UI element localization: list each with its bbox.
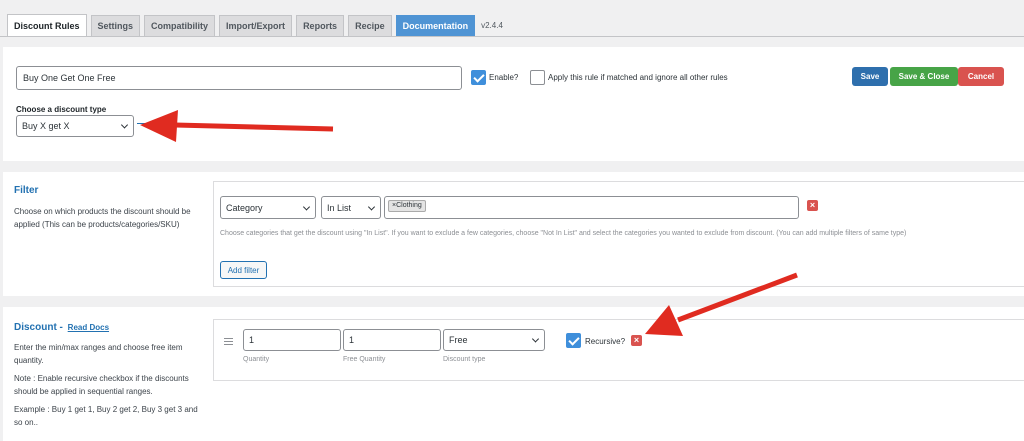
discount-desc-3: Example : Buy 1 get 1, Buy 2 get 2, Buy … xyxy=(14,405,198,427)
save-close-button[interactable]: Save & Close xyxy=(890,67,958,86)
tab-discount-rules[interactable]: Discount Rules xyxy=(7,14,87,36)
read-docs-link[interactable]: Read Docs xyxy=(68,323,109,332)
quantity-label: Quantity xyxy=(243,356,270,363)
recursive-checkbox[interactable] xyxy=(566,333,581,348)
filter-values-input[interactable]: ×Clothing xyxy=(384,196,799,219)
filter-method-select[interactable]: In List xyxy=(321,196,381,219)
filter-type-value: Category xyxy=(226,202,263,213)
filter-hint: Choose categories that get the discount … xyxy=(220,230,907,237)
tab-divider xyxy=(0,36,1024,37)
enable-checkbox[interactable] xyxy=(471,70,486,85)
version-label: v2.4.4 xyxy=(481,21,503,30)
discount-panel: Discount - Read Docs Enter the min/max r… xyxy=(3,307,1024,441)
exclusive-checkbox[interactable] xyxy=(530,70,545,85)
tab-settings[interactable]: Settings xyxy=(90,15,141,36)
rule-header-panel: Enable? Apply this rule if matched and i… xyxy=(3,47,1024,161)
cancel-button[interactable]: Cancel xyxy=(958,67,1004,86)
recursive-label: Recursive? xyxy=(585,337,626,346)
filter-method-value: In List xyxy=(327,202,352,213)
discount-type-select[interactable]: Buy X get X xyxy=(16,115,134,137)
filter-box: Category In List ×Clothing × Choose cate… xyxy=(213,181,1024,287)
free-discount-type-value: Free xyxy=(449,335,468,345)
quantity-input[interactable] xyxy=(243,329,341,351)
tab-compatibility[interactable]: Compatibility xyxy=(144,15,216,36)
filter-heading: Filter xyxy=(14,185,39,196)
free-quantity-label: Free Quantity xyxy=(343,356,386,363)
discount-type-value: Buy X get X xyxy=(22,121,70,131)
discount-desc-2: Note : Enable recursive checkbox if the … xyxy=(14,374,189,396)
tab-reports[interactable]: Reports xyxy=(296,15,345,36)
remove-filter-button[interactable]: × xyxy=(807,200,818,211)
filter-type-select[interactable]: Category xyxy=(220,196,316,219)
tab-bar: Discount Rules Settings Compatibility Im… xyxy=(7,14,503,36)
tab-import-export[interactable]: Import/Export xyxy=(219,15,293,36)
save-button[interactable]: Save xyxy=(852,67,888,86)
discount-heading: Discount - Read Docs xyxy=(14,322,109,333)
tab-recipe[interactable]: Recipe xyxy=(348,15,392,36)
filter-panel: Filter Choose on which products the disc… xyxy=(3,172,1024,296)
free-discount-type-label: Discount type xyxy=(443,356,486,363)
rule-title-input[interactable] xyxy=(16,66,462,90)
discount-type-link[interactable] xyxy=(137,123,147,124)
tag-clothing[interactable]: ×Clothing xyxy=(388,200,426,212)
enable-label: Enable? xyxy=(489,73,519,82)
tab-documentation[interactable]: Documentation xyxy=(395,15,476,36)
free-discount-type-select[interactable]: Free xyxy=(443,329,545,351)
filter-description: Choose on which products the discount sh… xyxy=(14,207,191,229)
exclusive-label: Apply this rule if matched and ignore al… xyxy=(548,73,728,82)
discount-box: Quantity Free Quantity Free Discount typ… xyxy=(213,319,1024,381)
discount-type-label: Choose a discount type xyxy=(16,105,107,114)
drag-handle-icon[interactable] xyxy=(224,338,233,347)
add-filter-button[interactable]: Add filter xyxy=(220,261,267,279)
free-quantity-input[interactable] xyxy=(343,329,441,351)
remove-discount-button[interactable]: × xyxy=(631,335,642,346)
discount-heading-text: Discount - xyxy=(14,322,63,333)
discount-desc-1: Enter the min/max ranges and choose free… xyxy=(14,343,183,365)
